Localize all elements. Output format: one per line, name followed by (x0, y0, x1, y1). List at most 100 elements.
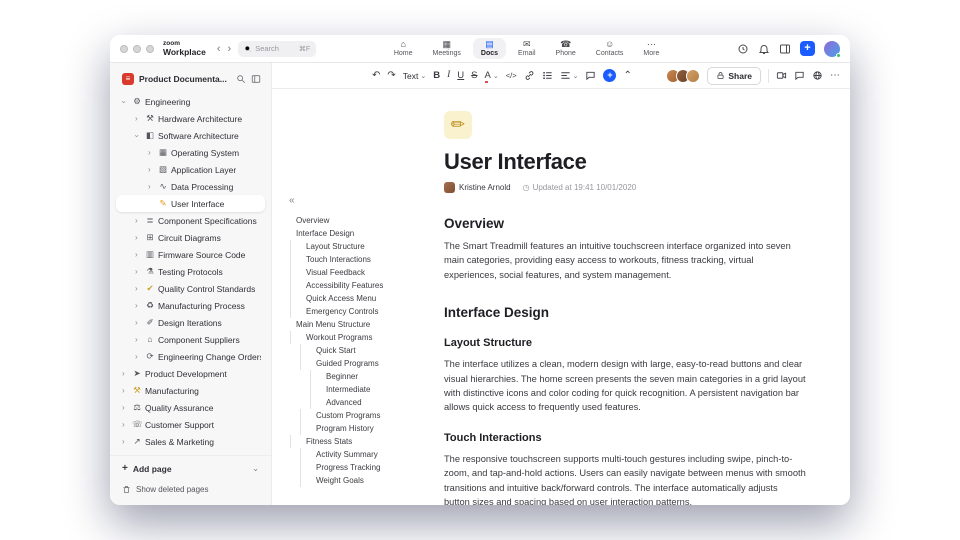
close-window-button[interactable] (120, 44, 128, 53)
workspace-header[interactable]: ≡ Product Documenta... (110, 69, 271, 91)
tree-item[interactable]: ⌂ Component Suppliers (116, 331, 265, 348)
tree-item[interactable]: ⚙ Engineering (116, 93, 265, 110)
expand-chevron-icon[interactable] (135, 319, 142, 327)
section-heading[interactable]: Touch Interactions (444, 432, 806, 444)
more-options-button[interactable]: ⋯ (830, 70, 840, 81)
tree-item[interactable]: ◧ Software Architecture (116, 127, 265, 144)
nav-tab[interactable]: ☺ Contacts (588, 38, 632, 59)
italic-button[interactable]: I (447, 70, 450, 81)
section-body[interactable]: The responsive touchscreen supports mult… (444, 452, 806, 505)
notifications-bell-icon[interactable] (758, 43, 770, 55)
nav-tab[interactable]: ☎ Phone (548, 38, 584, 59)
history-clock-icon[interactable] (737, 43, 749, 55)
nav-tab[interactable]: ✉ Email (510, 38, 544, 59)
tree-item[interactable]: ☏ Customer Support (116, 416, 265, 433)
section-heading[interactable]: Layout Structure (444, 337, 806, 349)
outline-item[interactable]: Emergency Controls (286, 305, 414, 318)
expand-chevron-icon[interactable] (135, 336, 142, 344)
tree-item[interactable]: ▦ Operating System (116, 144, 265, 161)
expand-chevron-icon[interactable] (148, 166, 155, 174)
tree-item[interactable]: ∿ Data Processing (116, 178, 265, 195)
outline-item[interactable]: Main Menu Structure (286, 318, 414, 331)
section-body[interactable]: The Smart Treadmill features an intuitiv… (444, 239, 806, 282)
new-item-button[interactable]: + (800, 41, 815, 56)
tree-item[interactable]: ↗ Sales & Marketing (116, 433, 265, 450)
section-heading[interactable]: Interface Design (444, 305, 806, 320)
tree-item[interactable]: ✐ Design Iterations (116, 314, 265, 331)
nav-tab[interactable]: ▦ Meetings (425, 38, 469, 59)
redo-button[interactable]: ↷ (387, 70, 395, 81)
link-icon[interactable] (524, 70, 535, 81)
outline-item[interactable]: Overview (286, 214, 414, 227)
outline-item[interactable]: Activity Summary (286, 448, 414, 461)
tree-item[interactable]: ⚖ Quality Assurance (116, 399, 265, 416)
tree-item[interactable]: ▥ Firmware Source Code (116, 246, 265, 263)
expand-chevron-icon[interactable] (122, 370, 129, 378)
expand-chevron-icon[interactable] (122, 438, 129, 446)
tree-item[interactable]: ✎ User Interface (116, 195, 265, 212)
outline-item[interactable]: Program History (286, 422, 414, 435)
expand-chevron-icon[interactable] (135, 115, 142, 123)
tree-item[interactable]: ▧ Application Layer (116, 161, 265, 178)
expand-chevron-icon[interactable] (135, 251, 142, 259)
outline-item[interactable]: Interface Design (286, 227, 414, 240)
comment-insert-icon[interactable] (585, 70, 596, 81)
underline-button[interactable]: U (457, 71, 464, 81)
strikethrough-button[interactable]: S (471, 71, 477, 81)
outline-item[interactable]: Visual Feedback (286, 266, 414, 279)
outline-item[interactable]: Quick Access Menu (286, 292, 414, 305)
outline-item[interactable]: Advanced (286, 396, 414, 409)
show-deleted-pages-button[interactable]: Show deleted pages (118, 481, 263, 497)
tree-item[interactable]: ⊞ Circuit Diagrams (116, 229, 265, 246)
section-heading[interactable]: Overview (444, 216, 806, 231)
text-style-select[interactable]: Text ⌄ (403, 71, 426, 81)
tree-item[interactable]: ✔ Quality Control Standards (116, 280, 265, 297)
nav-tab[interactable]: ⌂ Home (386, 38, 421, 59)
outline-item[interactable]: Beginner (286, 370, 414, 383)
bold-button[interactable]: B (433, 71, 440, 81)
expand-chevron-icon[interactable] (122, 98, 129, 106)
minimize-window-button[interactable] (133, 44, 141, 53)
alignment-select[interactable]: ⌄ (560, 70, 578, 81)
expand-chevron-icon[interactable] (122, 421, 129, 429)
expand-chevron-icon[interactable] (135, 353, 142, 361)
section-body[interactable]: The interface utilizes a clean, modern d… (444, 357, 806, 415)
expand-chevron-icon[interactable] (122, 387, 129, 395)
comments-icon[interactable] (794, 70, 805, 81)
side-panel-icon[interactable] (779, 43, 791, 55)
tree-item[interactable]: ⚒ Manufacturing (116, 382, 265, 399)
tree-item[interactable]: ⟳ Engineering Change Orders (116, 348, 265, 365)
back-button[interactable]: ‹ (217, 43, 221, 55)
expand-chevron-icon[interactable] (135, 302, 142, 310)
expand-chevron-icon[interactable] (135, 268, 142, 276)
user-avatar[interactable] (824, 40, 841, 58)
expand-chevron-icon[interactable] (148, 183, 155, 191)
share-button[interactable]: Share (707, 66, 761, 85)
outline-item[interactable]: Fitness Stats (286, 435, 414, 448)
global-search[interactable]: ⌘F (238, 40, 317, 57)
doc-emoji-icon[interactable]: ✏ (444, 111, 472, 139)
outline-item[interactable]: Intermediate (286, 383, 414, 396)
undo-button[interactable]: ↶ (372, 70, 380, 81)
text-color-button[interactable]: A ⌄ (484, 70, 499, 83)
collaborator-avatar[interactable] (686, 68, 701, 83)
outline-item[interactable]: Workout Programs (286, 331, 414, 344)
expand-chevron-icon[interactable] (135, 234, 142, 242)
globe-icon[interactable] (812, 70, 823, 81)
tree-item[interactable]: ♻ Manufacturing Process (116, 297, 265, 314)
nav-tab[interactable]: ⋯ More (635, 38, 667, 59)
outline-item[interactable]: Touch Interactions (286, 253, 414, 266)
expand-chevron-icon[interactable] (122, 404, 129, 412)
outline-item[interactable]: Quick Start (286, 344, 414, 357)
expand-chevron-icon[interactable] (135, 217, 142, 225)
bulleted-list-icon[interactable] (542, 70, 553, 81)
insert-block-button[interactable]: + (603, 69, 617, 82)
outline-item[interactable]: Progress Tracking (286, 461, 414, 474)
tree-item[interactable]: ≣ Component Specifications (116, 212, 265, 229)
outline-item[interactable]: Weight Goals (286, 474, 414, 487)
tree-item[interactable]: ➤ Product Development (116, 365, 265, 382)
code-button[interactable]: </> (506, 72, 517, 80)
collapse-outline-button[interactable]: « (286, 195, 414, 206)
collapse-toolbar-button[interactable]: ⌃ (623, 70, 631, 81)
add-page-chevron-icon[interactable]: ⌄ (252, 464, 259, 473)
